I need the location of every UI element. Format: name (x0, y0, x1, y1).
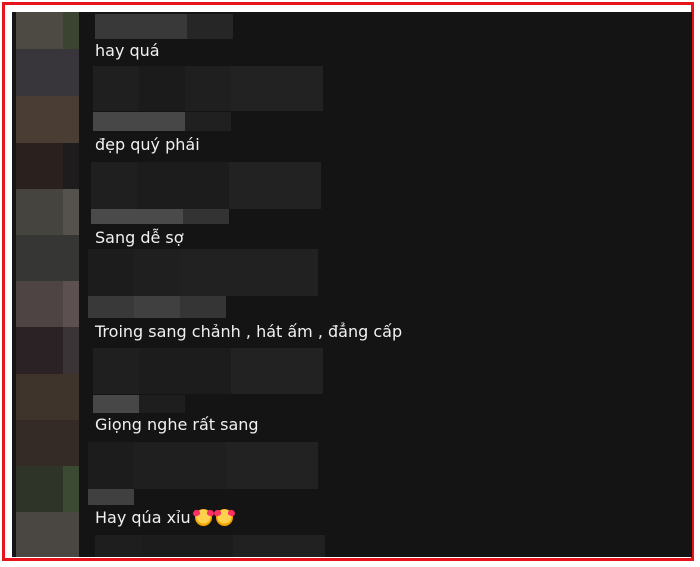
blurred-username (180, 296, 226, 318)
blurred-meta (95, 535, 141, 557)
blurred-meta (134, 249, 180, 296)
avatar (16, 374, 79, 420)
blurred-meta (139, 348, 231, 394)
blurred-username (185, 112, 231, 131)
smiling-face-with-hearts-icon (215, 509, 233, 526)
avatar-column (16, 12, 79, 557)
avatar (63, 143, 79, 189)
comment-list[interactable]: hay quá đẹp quý phái Sang dễ sợ Troing s… (12, 12, 692, 557)
blurred-meta (185, 66, 231, 111)
blurred-meta (141, 535, 233, 557)
avatar (16, 143, 63, 189)
avatar (16, 49, 79, 96)
blurred-meta (88, 249, 134, 296)
blurred-username (93, 395, 139, 413)
blurred-meta (93, 348, 139, 394)
blurred-meta (231, 348, 323, 394)
blurred-meta (226, 442, 318, 489)
avatar (63, 327, 79, 374)
avatar (63, 189, 79, 235)
comment-text: đẹp quý phái (95, 135, 200, 154)
avatar (16, 235, 79, 281)
blurred-username (187, 14, 233, 39)
blurred-meta (88, 442, 134, 489)
blurred-username (93, 112, 185, 131)
screenshot-frame: hay quá đẹp quý phái Sang dễ sợ Troing s… (2, 2, 694, 561)
blurred-username (134, 296, 180, 318)
comment-text: Giọng nghe rất sang (95, 415, 259, 434)
blurred-username (95, 14, 187, 39)
blurred-meta (231, 66, 323, 111)
avatar (16, 281, 63, 327)
avatar (16, 466, 63, 512)
avatar (16, 420, 79, 466)
avatar (63, 281, 79, 327)
blurred-meta (180, 249, 318, 296)
avatar (63, 12, 79, 49)
blurred-username (139, 395, 185, 413)
blurred-meta (93, 66, 139, 111)
comment-text: Troing sang chảnh , hát ấm , đẳng cấp (95, 322, 403, 341)
avatar (16, 12, 63, 49)
avatar (16, 96, 79, 143)
avatar (63, 466, 79, 512)
blurred-meta (229, 162, 321, 209)
blurred-meta (91, 162, 137, 209)
avatar (16, 189, 63, 235)
blurred-meta (139, 66, 185, 111)
avatar (16, 327, 63, 374)
comment-row: Hay qúa xỉu (95, 508, 233, 528)
smiling-face-with-hearts-icon (194, 509, 212, 526)
blurred-username (88, 296, 134, 318)
comment-text: Sang dễ sợ (95, 228, 184, 247)
avatar (16, 512, 79, 557)
blurred-username (183, 209, 229, 224)
blurred-meta (233, 535, 325, 557)
blurred-username (88, 489, 134, 505)
comment-text: hay quá (95, 41, 160, 60)
blurred-meta (137, 162, 229, 209)
blurred-meta (134, 442, 226, 489)
comment-text: Hay qúa xỉu (95, 508, 191, 527)
blurred-username (91, 209, 183, 224)
